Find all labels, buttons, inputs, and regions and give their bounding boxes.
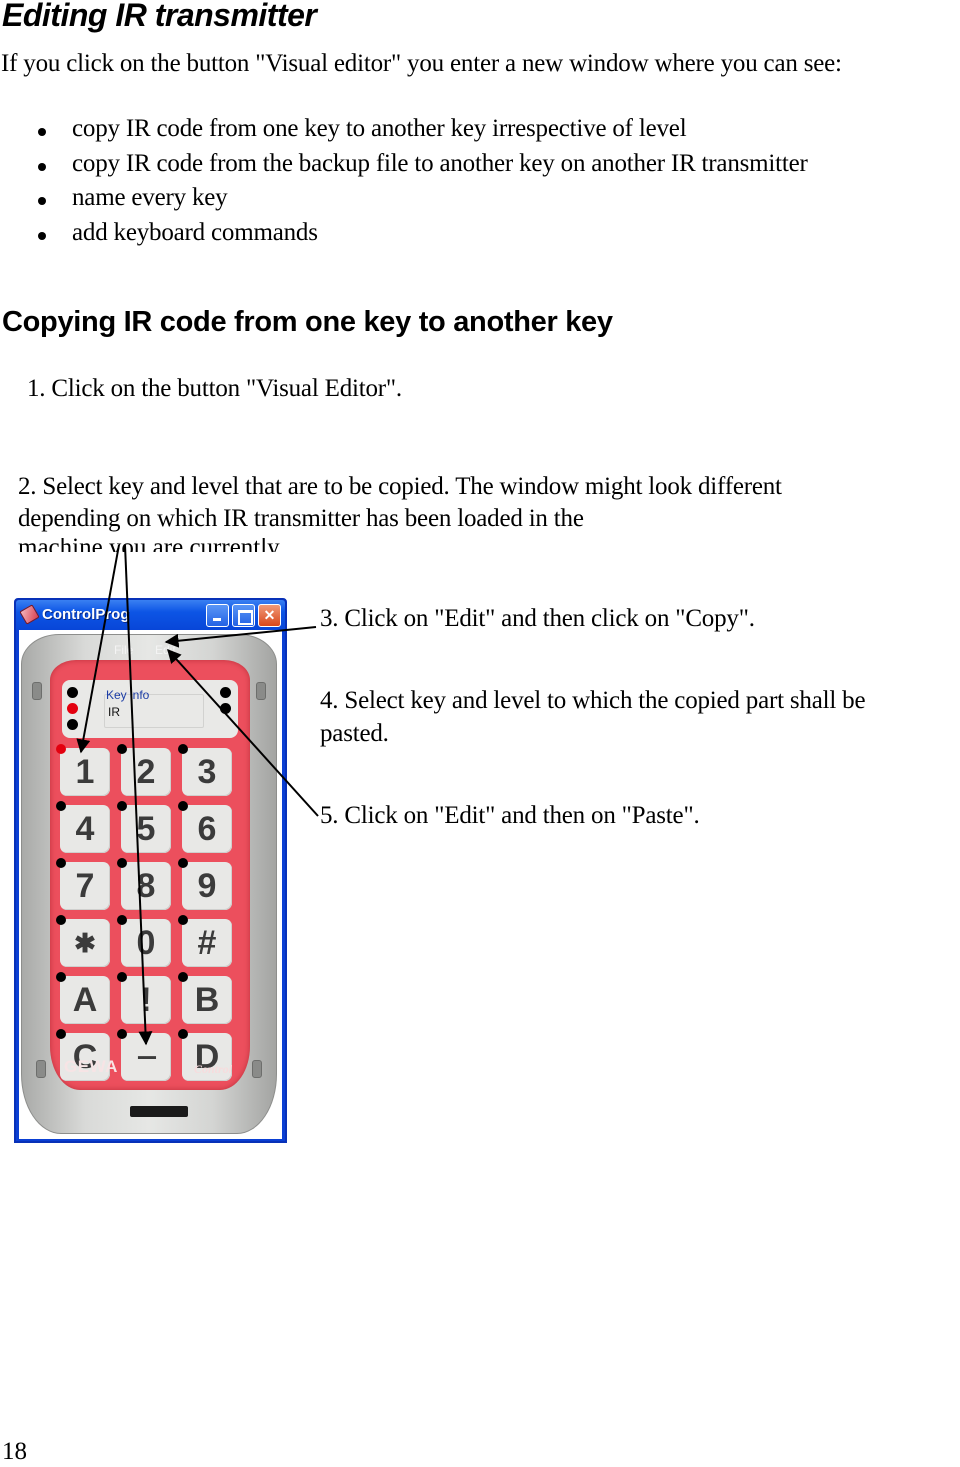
key-6[interactable]: 6 [178,801,232,853]
app-icon [19,604,40,625]
key-label: 9 [197,867,217,905]
ir-emitter-window [130,1106,188,1117]
key-1[interactable]: 1 [56,744,110,796]
key-8[interactable]: 8 [117,858,171,910]
key-led [117,744,127,754]
key-label: 8 [136,867,156,905]
key-star[interactable]: ✱ [56,915,110,967]
key-dash[interactable]: --- [117,1029,171,1081]
key-led [117,801,127,811]
remote-face: Key info IR 1 2 3 4 5 6 7 8 9 ✱ 0 # A ! … [50,660,250,1090]
key-hash[interactable]: # [178,915,232,967]
key-led [178,972,188,982]
key-label: 4 [75,810,95,848]
key-label: 7 [75,867,95,905]
key-info-label: Key info [106,688,150,702]
key-led [178,858,188,868]
bullet-icon [38,162,46,171]
page-heading: Editing IR transmitter [2,0,317,33]
key-led [56,915,66,925]
key-info-panel: Key info IR [62,680,238,738]
menu-edit[interactable]: Edit [155,643,176,657]
key-label: 3 [197,753,217,791]
level-led-3[interactable] [67,719,78,730]
bullet-icon [38,231,46,240]
close-button[interactable]: ✕ [258,604,281,627]
maximize-button[interactable] [232,604,255,627]
key-b[interactable]: B [178,972,232,1024]
key-label: A [72,981,98,1019]
step-1: 1. Click on the button "Visual Editor". [27,375,402,402]
key-3[interactable]: 3 [178,744,232,796]
key-5[interactable]: 5 [117,801,171,853]
key-label: B [194,981,220,1019]
title-bar[interactable]: ControlProg ✕ [16,600,285,630]
key-led [178,1029,188,1039]
menu-file[interactable]: File [114,643,133,657]
key-led [178,801,188,811]
key-led [56,858,66,868]
key-label: 6 [197,810,217,848]
key-led [117,858,127,868]
key-label: 2 [136,753,156,791]
minimize-button[interactable] [206,604,229,627]
screw-icon [32,682,42,700]
level-led-5[interactable] [220,703,231,714]
bullet-icon [38,197,46,205]
step-3: 3. Click on "Edit" and then click on "Co… [320,605,755,632]
key-led [56,801,66,811]
key-led [117,1029,127,1039]
screw-icon [36,1060,46,1078]
key-2[interactable]: 2 [117,744,171,796]
key-led [56,972,66,982]
key-0[interactable]: 0 [117,915,171,967]
remote-device: File Edit Key info IR 1 2 3 4 5 6 7 8 9 … [21,634,277,1134]
key-led-selected [56,744,66,754]
key-label: --- [137,1043,157,1070]
level-led-2-active[interactable] [67,703,78,714]
key-a[interactable]: A [56,972,110,1024]
page-number: 18 [2,1438,27,1465]
level-led-4[interactable] [220,687,231,698]
key-led [178,744,188,754]
section-heading: Copying IR code from one key to another … [2,306,613,338]
screw-icon [256,682,266,700]
window-title: ControlProg [42,606,130,623]
model-label: Control [193,1062,232,1076]
bullet-icon [38,128,46,136]
window-client: File Edit Key info IR 1 2 3 4 5 6 7 8 9 … [19,630,282,1139]
key-info-value: IR [108,705,120,719]
intro-paragraph: If you click on the button "Visual edito… [1,50,842,77]
controlprog-window: ControlProg ✕ File Edit Key info IR 1 2 … [14,598,287,1143]
step-4: 4. Select key and level to which the cop… [320,687,866,747]
key-led [117,972,127,982]
list-item-text: add keyboard commands [72,218,318,246]
key-label: # [197,924,217,962]
key-label: 1 [75,753,95,791]
list-item-text: name every key [72,184,228,211]
key-led [117,915,127,925]
key-9[interactable]: 9 [178,858,232,910]
key-label: ✱ [74,928,96,958]
key-4[interactable]: 4 [56,801,110,853]
step-2-clipped-line: machine you are currently [0,538,960,552]
step-2: 2. Select key and level that are to be c… [18,473,782,532]
key-led [178,915,188,925]
step-5: 5. Click on "Edit" and then on "Paste". [320,802,700,829]
key-label: 0 [136,924,156,962]
key-exclamation[interactable]: ! [117,972,171,1024]
brand-logo: GEWA [64,1057,118,1076]
list-item-text: copy IR code from the backup file to ano… [72,149,808,177]
key-label: 5 [136,810,156,848]
key-label: ! [140,981,152,1019]
key-7[interactable]: 7 [56,858,110,910]
clipped-text: machine you are currently [18,538,280,552]
screw-icon [252,1060,262,1078]
level-led-1[interactable] [67,687,78,698]
list-item-text: copy IR code from one key to another key… [72,115,687,142]
key-led [56,1029,66,1039]
